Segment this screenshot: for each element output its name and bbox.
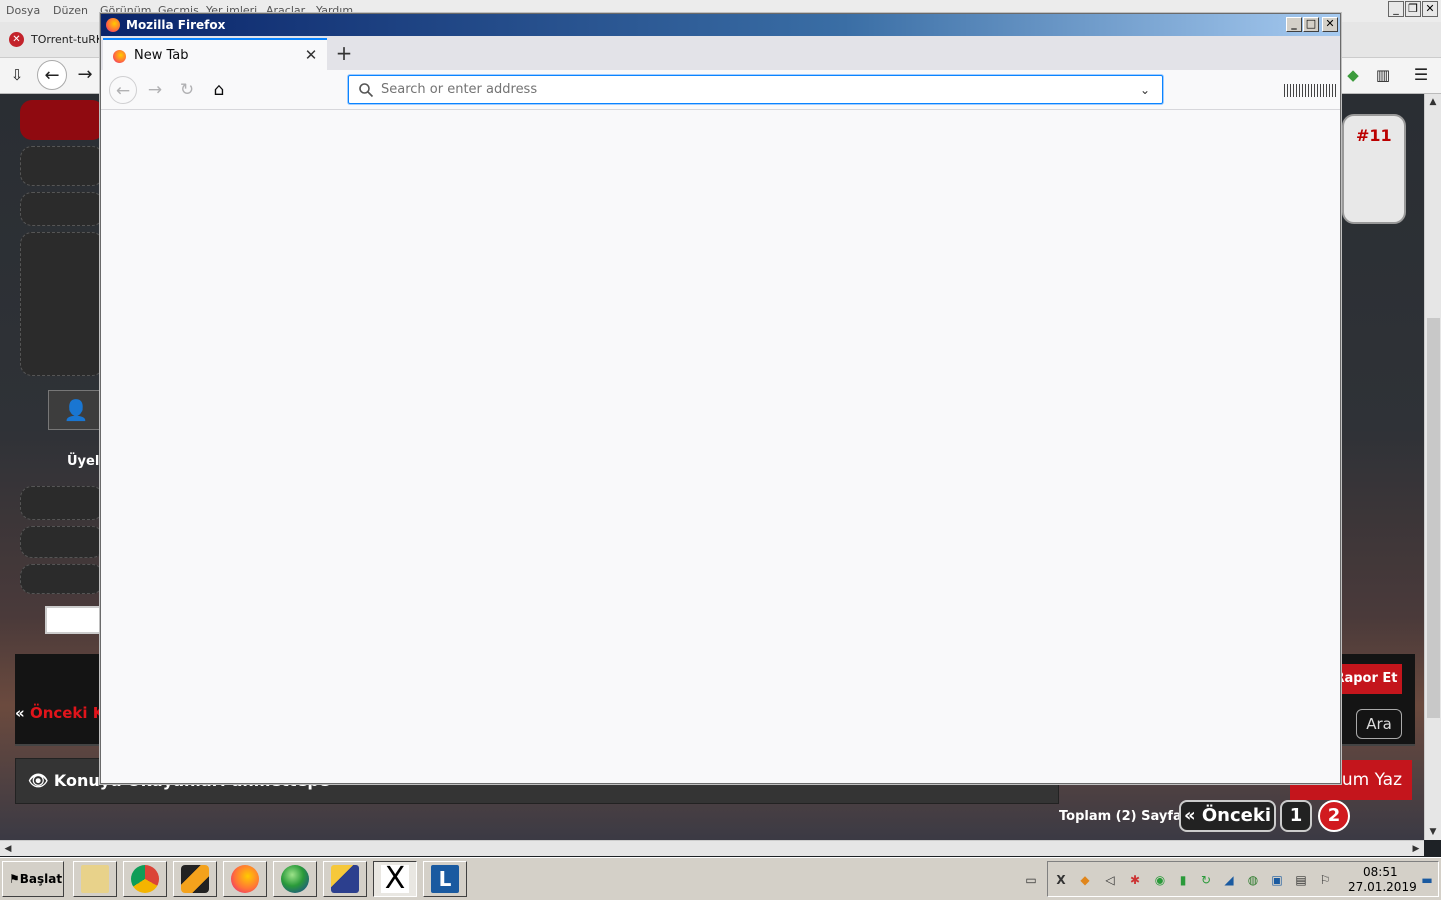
home-icon[interactable]: ⌂ (205, 76, 233, 104)
clock-date[interactable]: 27.01.2019 (1348, 880, 1417, 894)
reload-icon[interactable]: ↻ (173, 76, 201, 104)
taskbar: ⚑Başlat X L ▭ X ◆ ◁ ✱ ◉ ▮ ↻ ◢ ◍ ▣ ▤ ⚐ 08… (0, 857, 1441, 900)
post-number[interactable]: #11 (1356, 126, 1392, 145)
menu-duzen[interactable]: Düzen (53, 4, 88, 17)
post-number-card: #11 (1342, 114, 1406, 224)
l-icon: L (431, 865, 459, 893)
minimize-button[interactable]: _ (1388, 1, 1404, 17)
network-tray-icon[interactable]: ▤ (1294, 873, 1308, 887)
left-header-card (20, 100, 104, 140)
menu-icon[interactable]: ☰ (1406, 60, 1436, 90)
sidebar-icon[interactable]: ▥ (1368, 60, 1398, 90)
pagination-page-2[interactable]: 2 (1318, 800, 1350, 832)
l-tray-icon[interactable]: ▣ (1270, 873, 1284, 887)
restore-button[interactable]: ❐ (1405, 1, 1421, 17)
scroll-left-icon[interactable]: ◀ (0, 841, 16, 857)
globe-tray-icon[interactable]: ◍ (1246, 873, 1260, 887)
taskbar-pencil-tool[interactable] (173, 861, 217, 897)
pagination-prev-button[interactable]: « Önceki (1179, 800, 1276, 832)
taskbar-globe-app[interactable] (273, 861, 317, 897)
avatar: 👤 (48, 390, 104, 430)
forward-arrow-icon[interactable]: → (141, 76, 169, 104)
fox-tray-icon[interactable]: ◆ (1078, 873, 1092, 887)
folder-icon (81, 865, 109, 893)
speaker-icon[interactable]: ◁ (1103, 873, 1117, 887)
taskbar-firefox[interactable] (223, 861, 267, 897)
battery-icon[interactable]: ▮ (1176, 873, 1190, 887)
window-minimize-button[interactable]: _ (1286, 17, 1302, 32)
tab-label: New Tab (134, 48, 189, 63)
scrollbar-thumb[interactable] (1427, 318, 1440, 718)
back-button[interactable]: ← (37, 60, 67, 90)
previous-topic-link[interactable]: « Önceki K (15, 704, 104, 722)
back-arrow-icon[interactable]: ← (109, 76, 137, 104)
tab-close-icon[interactable]: ✕ (301, 45, 321, 65)
network-icon (331, 865, 359, 893)
windows-flag-icon: ⚑ (9, 872, 20, 886)
address-input[interactable] (381, 80, 1121, 99)
taskbar-chrome[interactable] (123, 861, 167, 897)
taskbar-network-app[interactable] (323, 861, 367, 897)
firefox-icon (231, 865, 259, 893)
wifi-icon[interactable]: ◉ (1153, 873, 1167, 887)
signal-icon[interactable]: ◢ (1222, 873, 1236, 887)
left-card (20, 192, 104, 226)
chevron-down-icon[interactable]: ⌄ (1135, 80, 1155, 100)
left-card (20, 486, 104, 520)
toolbar-overflow-icon[interactable] (1284, 84, 1338, 97)
title-bar[interactable]: Mozilla Firefox _ □ ✕ (101, 14, 1340, 36)
bug-tray-icon[interactable]: ✱ (1128, 873, 1142, 887)
tab-new-tab[interactable]: New Tab ✕ (103, 38, 327, 70)
left-card (20, 526, 104, 558)
menu-dosya[interactable]: Dosya (6, 4, 40, 17)
refresh-tray-icon[interactable]: ↻ (1199, 873, 1213, 887)
show-desktop-icon[interactable]: ▬ (1420, 873, 1434, 887)
window-close-button[interactable]: ✕ (1322, 17, 1338, 32)
search-button[interactable]: Ara (1356, 709, 1402, 739)
navigation-toolbar: ← → ↻ ⌂ ⌄ (101, 70, 1340, 110)
system-tray: ▭ X ◆ ◁ ✱ ◉ ▮ ↻ ◢ ◍ ▣ ▤ ⚐ 08:51 27.01.20… (1025, 861, 1439, 897)
scroll-right-icon[interactable]: ▶ (1408, 841, 1424, 857)
eye-icon: 👁 (28, 771, 54, 790)
firefox-window: Mozilla Firefox _ □ ✕ New Tab ✕ + ← → ↻ … (100, 13, 1341, 784)
globe-icon (281, 865, 309, 893)
scroll-down-icon[interactable]: ▼ (1425, 824, 1441, 840)
vertical-scrollbar[interactable]: ▲ ▼ (1424, 94, 1441, 840)
forward-button[interactable]: → (70, 60, 100, 90)
search-icon (359, 83, 374, 98)
taskbar-l-app[interactable]: L (423, 861, 467, 897)
shield-icon[interactable]: ◆ (1338, 60, 1368, 90)
window-title: Mozilla Firefox (126, 18, 226, 32)
firefox-favicon-icon (113, 50, 126, 63)
site-favicon-icon: ✕ (9, 32, 24, 47)
text-input[interactable] (45, 606, 105, 634)
keyboard-icon[interactable]: ▭ (1024, 873, 1038, 887)
clock-time[interactable]: 08:51 (1363, 865, 1398, 879)
start-button[interactable]: ⚑Başlat (2, 861, 64, 897)
chrome-icon (131, 865, 159, 893)
left-card (20, 146, 104, 186)
left-card (20, 232, 104, 376)
x-icon: X (381, 864, 409, 894)
background-tab-label[interactable]: TOrrent-tuRK (31, 33, 103, 46)
new-tab-button[interactable]: + (331, 40, 357, 66)
address-bar[interactable]: ⌄ (348, 75, 1163, 104)
tab-strip: New Tab ✕ + (101, 36, 1340, 70)
pencil-icon (181, 865, 209, 893)
horizontal-scrollbar[interactable]: ◀ ▶ (0, 840, 1424, 856)
taskbar-x-app[interactable]: X (373, 861, 417, 897)
flag-icon[interactable]: ⚐ (1318, 873, 1332, 887)
download-icon[interactable]: ⇩ (2, 60, 32, 90)
pagination-page-1[interactable]: 1 (1280, 800, 1312, 832)
scroll-up-icon[interactable]: ▲ (1425, 94, 1441, 110)
uyeli-label: Üyeli (67, 454, 104, 469)
pagination-label: Toplam (2) Sayfa: (1059, 809, 1187, 824)
firefox-logo-icon (106, 18, 120, 32)
window-maximize-button[interactable]: □ (1303, 17, 1319, 32)
new-tab-page (101, 110, 1340, 783)
close-button[interactable]: ✕ (1422, 1, 1438, 17)
left-card (20, 564, 104, 594)
taskbar-file-manager[interactable] (73, 861, 117, 897)
x-tray-icon[interactable]: X (1054, 873, 1068, 887)
